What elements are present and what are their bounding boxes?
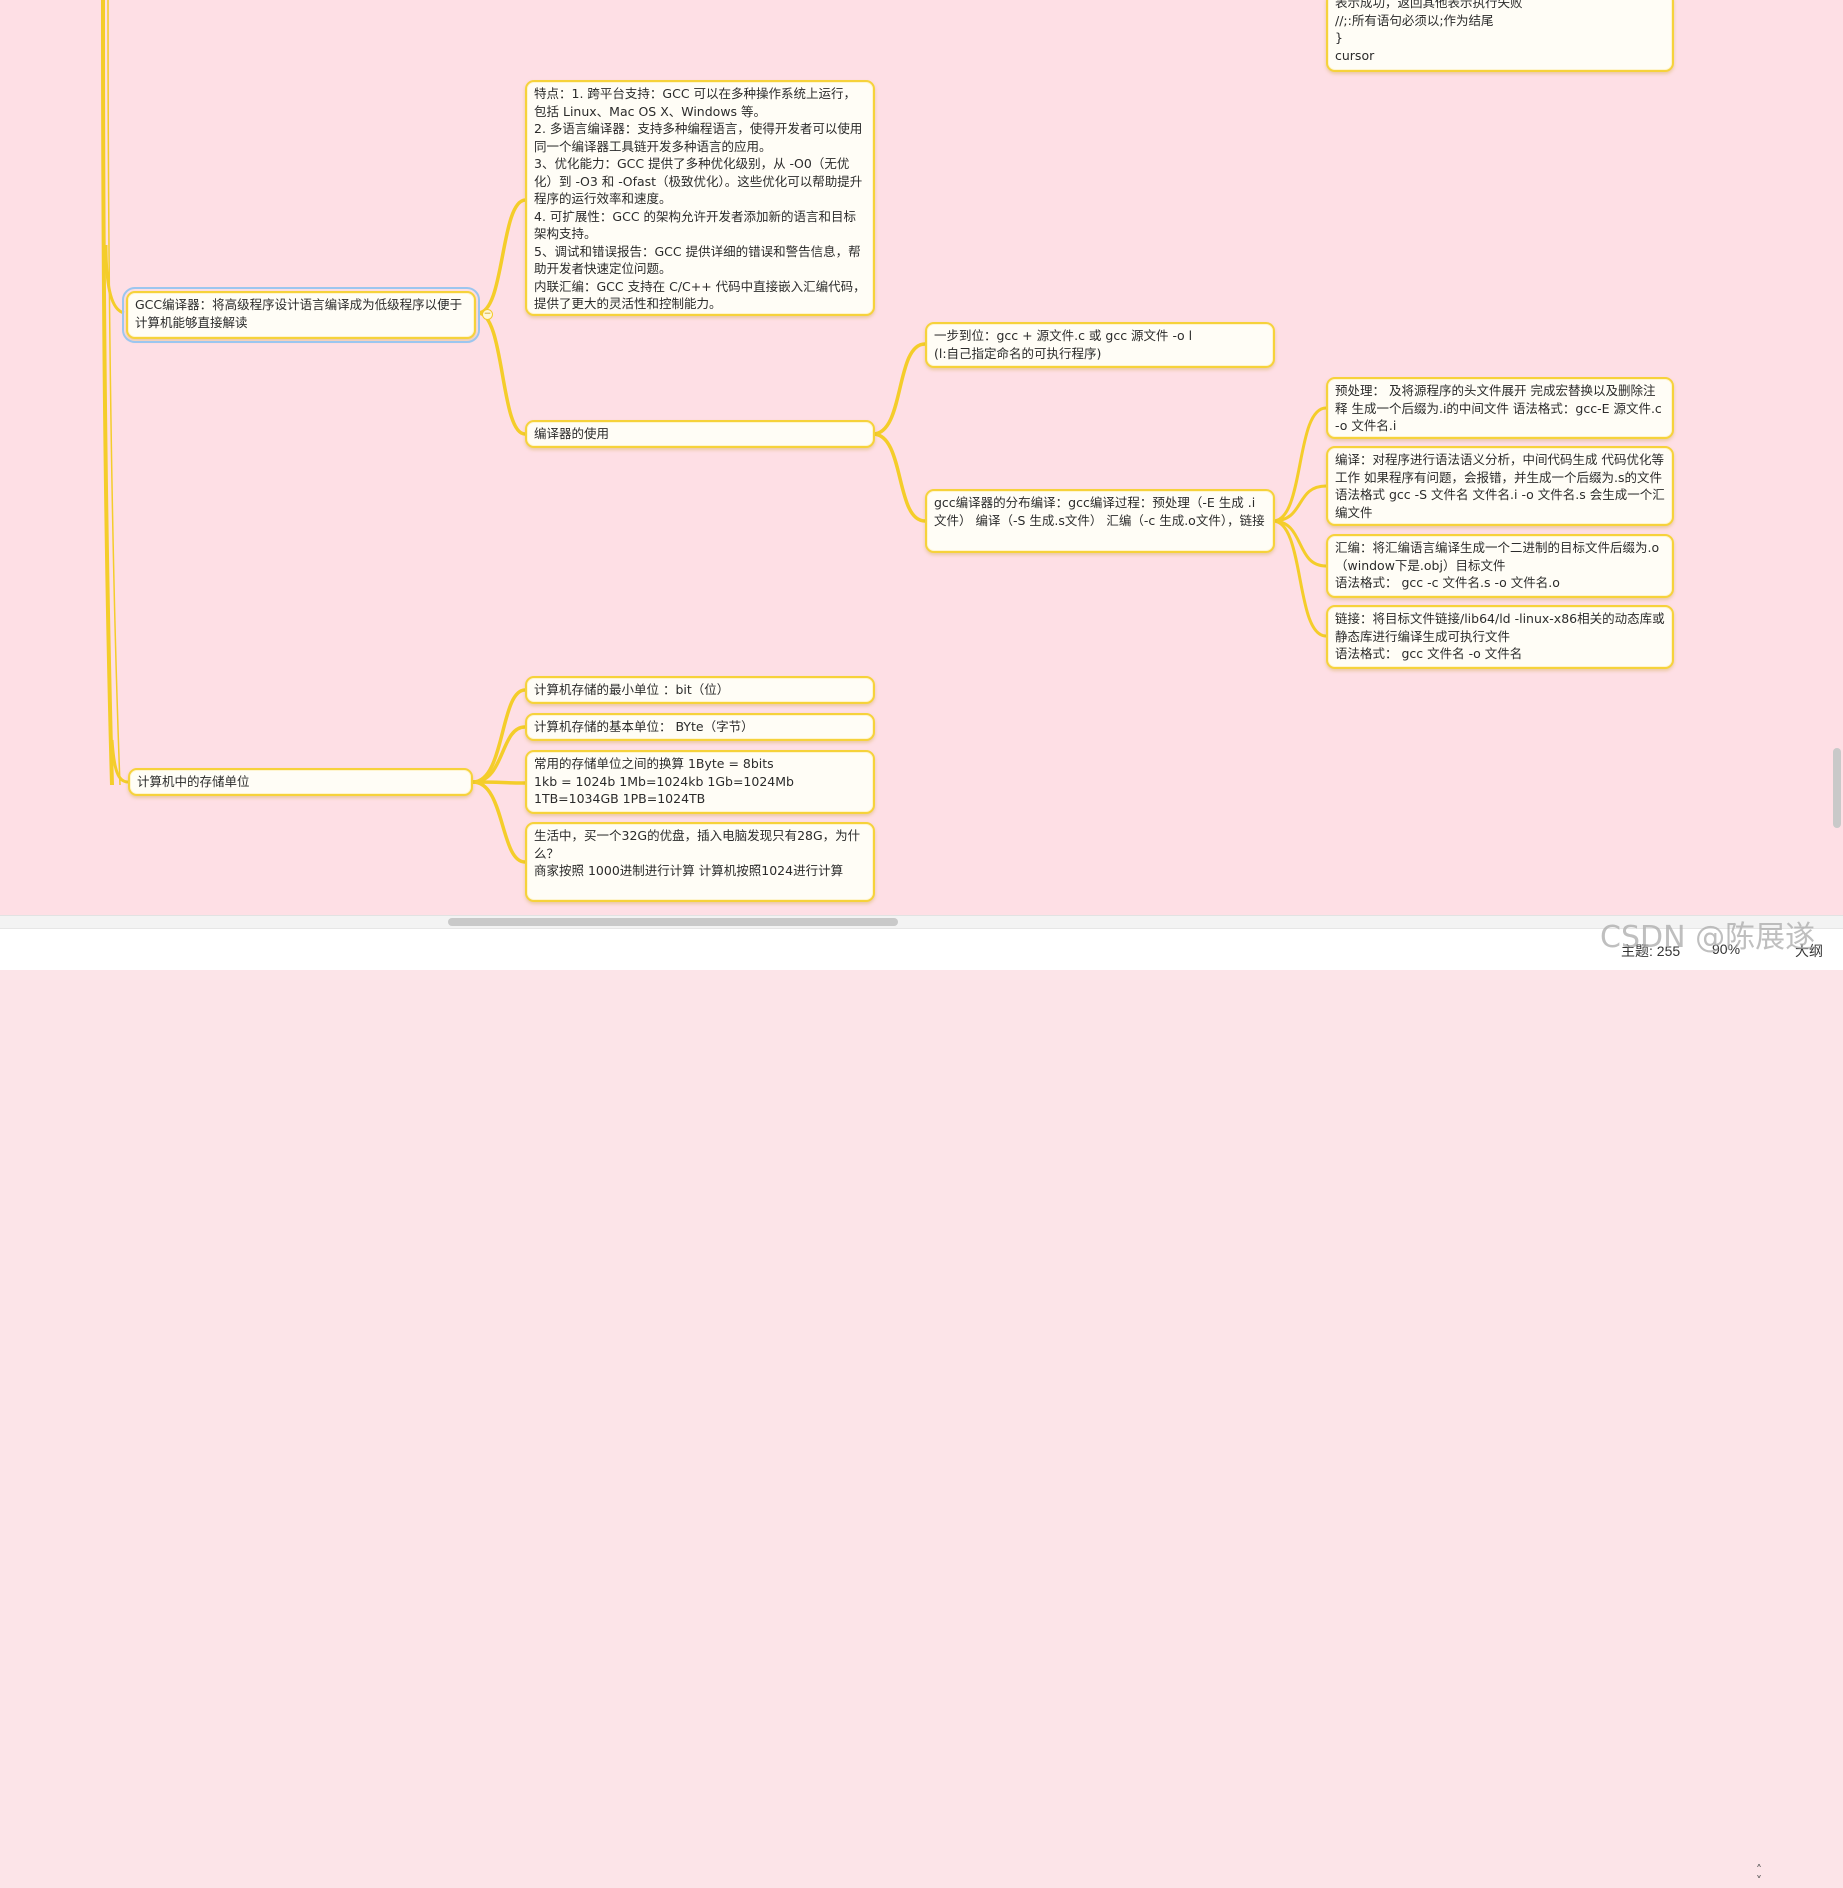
mind-map-canvas[interactable]: 表示成功，返回其他表示执行失败 //;:所有语句必须以;作为结尾 } curso… — [0, 0, 1843, 915]
link-trunk — [101, 0, 114, 786]
node-gcc-steps[interactable]: gcc编译器的分布编译：gcc编译过程：预处理（-E 生成 .i 文件） 编译（… — [925, 489, 1275, 553]
link-storage-real — [472, 780, 526, 864]
node-conversions[interactable]: 常用的存储单位之间的换算 1Byte = 8bits 1kb = 1024b 1… — [525, 750, 875, 814]
node-cursor-code[interactable]: 表示成功，返回其他表示执行失败 //;:所有语句必须以;作为结尾 } curso… — [1326, 0, 1674, 72]
link-steps-compile — [1272, 484, 1327, 523]
link-storage-min — [472, 688, 526, 784]
node-gcc-features[interactable]: 特点：1. 跨平台支持：GCC 可以在多种操作系统上运行，包括 Linux、Ma… — [525, 80, 875, 316]
node-real-life[interactable]: 生活中，买一个32G的优盘，插入电脑发现只有28G，为什么？ 商家按照 1000… — [525, 822, 875, 902]
outline-view-button[interactable]: 大纲 — [1795, 941, 1823, 961]
vertical-scrollbar-thumb[interactable] — [1833, 748, 1841, 828]
link-trunk-gcc — [104, 244, 125, 315]
node-link[interactable]: 链接：将目标文件链接/lib64/ld -linux-x86相关的动态库或静态库… — [1326, 605, 1674, 669]
node-preprocess[interactable]: 预处理： 及将源程序的头文件展开 完成宏替换以及删除注释 生成一个后缀为.i的中… — [1326, 377, 1674, 439]
node-one-step[interactable]: 一步到位：gcc + 源文件.c 或 gcc 源文件 -o l (l:自己指定命… — [925, 322, 1275, 368]
horizontal-scrollbar[interactable] — [0, 915, 1843, 928]
link-usage-onestep — [872, 342, 926, 436]
node-storage-root[interactable]: 计算机中的存储单位 — [128, 768, 473, 796]
link-steps-assemble — [1272, 519, 1327, 568]
link-trunk-storage — [110, 739, 129, 784]
node-min-unit[interactable]: 计算机存储的最小单位 ：bit（位） — [525, 676, 875, 704]
link-usage-steps — [872, 432, 926, 523]
link-trunk-thin — [107, 0, 121, 786]
link-gcc-usage — [477, 311, 526, 436]
collapse-toggle-icon[interactable]: − — [482, 309, 493, 320]
zoom-stepper-icon[interactable]: ˄ ˅ — [1756, 1864, 1762, 1887]
status-bar: 主题: 255 90% ˄ ˅ 大纲 — [0, 928, 1843, 1887]
link-steps-link — [1272, 519, 1327, 638]
node-gcc-compiler[interactable]: GCC编译器：将高级程序设计语言编译成为低级程序以便于计算机能够直接解读 — [122, 287, 480, 343]
link-gcc-features — [477, 198, 526, 315]
link-storage-basic — [472, 725, 526, 784]
node-compiler-usage[interactable]: 编译器的使用 — [525, 420, 875, 448]
link-storage-conv — [472, 780, 526, 785]
node-basic-unit[interactable]: 计算机存储的基本单位： BYte（字节） — [525, 713, 875, 741]
node-assemble[interactable]: 汇编：将汇编语言编译生成一个二进制的目标文件后缀为.o（window下是.obj… — [1326, 534, 1674, 598]
topic-count: 主题: 255 — [1621, 943, 1681, 959]
node-compile[interactable]: 编译：对程序进行语法语义分析，中间代码生成 代码优化等工作 如果程序有问题，会报… — [1326, 446, 1674, 526]
horizontal-scrollbar-thumb[interactable] — [448, 918, 898, 926]
link-steps-pre — [1272, 406, 1327, 523]
zoom-level[interactable]: 90% — [1712, 941, 1740, 957]
